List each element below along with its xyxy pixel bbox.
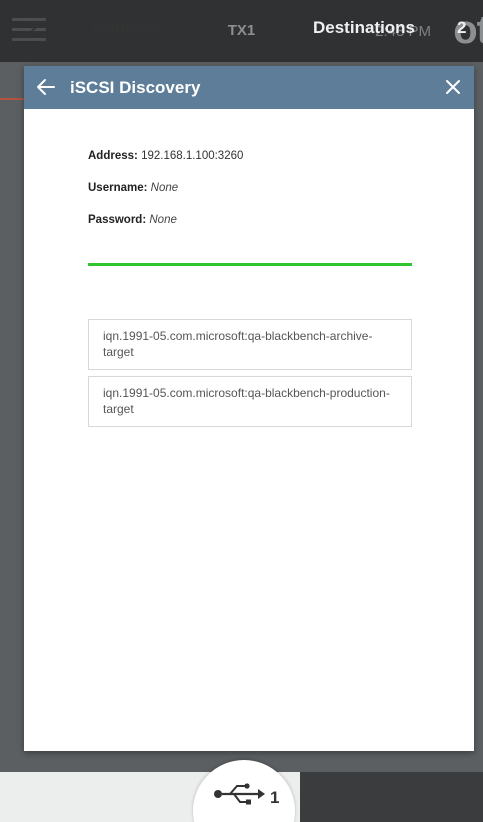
username-label: Username: — [88, 182, 148, 194]
target-name-line2: target — [103, 345, 134, 359]
target-list: iqn.1991-05.com.microsoft:qa-blackbench-… — [88, 319, 412, 433]
target-name-line1: iqn.1991-05.com.microsoft:qa-blackbench-… — [103, 329, 373, 343]
sources-tab[interactable]: Sources — [93, 18, 160, 38]
target-item[interactable]: iqn.1991-05.com.microsoft:qa-blackbench-… — [88, 376, 412, 427]
accent-line — [0, 98, 24, 100]
password-label: Password: — [88, 214, 147, 226]
address-value: 192.168.1.100:3260 — [141, 150, 244, 162]
password-value: None — [149, 214, 177, 226]
destinations-tab[interactable]: Destinations — [313, 18, 415, 38]
destinations-count: 2 — [457, 18, 467, 37]
username-value: None — [150, 182, 179, 194]
connection-info: Address: 192.168.1.100:3260 Username: No… — [88, 150, 243, 246]
password-row: Password: None — [88, 214, 243, 246]
usb-count: 1 — [270, 788, 280, 807]
address-label: Address: — [88, 150, 138, 162]
target-name-line2: target — [103, 402, 134, 416]
dialog-title: iSCSI Discovery — [70, 78, 201, 97]
destinations-panel[interactable] — [300, 772, 483, 822]
address-row: Address: 192.168.1.100:3260 — [88, 150, 243, 182]
username-row: Username: None — [88, 182, 243, 214]
progress-fill — [88, 263, 412, 266]
target-item[interactable]: iqn.1991-05.com.microsoft:qa-blackbench-… — [88, 319, 412, 370]
back-arrow-icon[interactable] — [34, 75, 58, 99]
discovery-progress-bar — [88, 263, 412, 266]
sources-count: 2 — [30, 18, 40, 37]
target-name-line1: iqn.1991-05.com.microsoft:qa-blackbench-… — [103, 386, 390, 400]
usb-icon — [214, 783, 265, 805]
close-icon[interactable] — [442, 76, 464, 98]
iscsi-discovery-dialog: iSCSI Discovery Address: 192.168.1.100:3… — [24, 66, 474, 751]
dialog-header: iSCSI Discovery — [24, 66, 474, 109]
